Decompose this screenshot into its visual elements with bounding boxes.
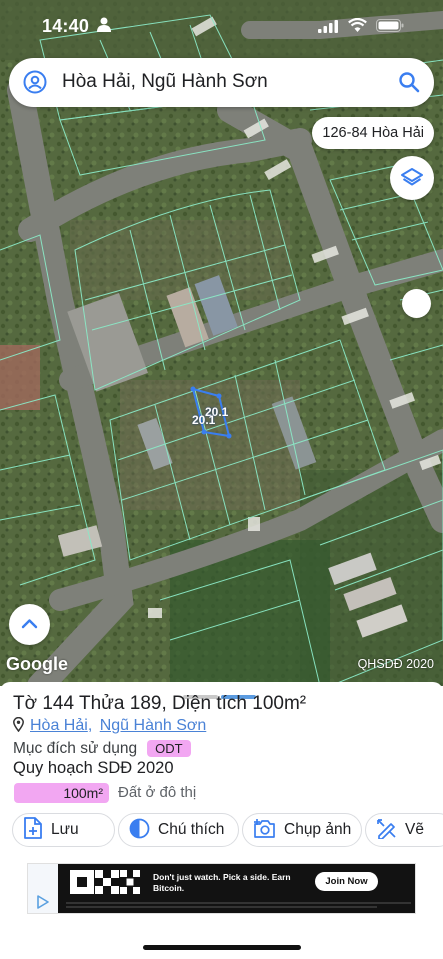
take-photo-label: Chụp ảnh [284, 821, 352, 838]
status-time: 14:40 [42, 16, 90, 36]
location-pin-icon [13, 717, 24, 732]
my-location-button[interactable] [402, 289, 431, 318]
person-icon [97, 17, 111, 32]
cellular-signal-icon [318, 20, 338, 33]
home-indicator[interactable] [143, 945, 301, 950]
ad-play-icon [37, 895, 49, 909]
contrast-icon [129, 818, 150, 839]
sheet-number: 144 [42, 693, 75, 714]
battery-icon [376, 19, 404, 32]
map-source-label: QHSDĐ 2020 [357, 657, 434, 671]
address-chip[interactable]: 126-84 Hòa Hải [312, 117, 434, 149]
action-chips: Lưu Chú thích Chụp ảnh Vẽ [12, 813, 443, 847]
parcel-area: , Diện tích 100m² [161, 693, 307, 714]
draw-tools-icon [377, 819, 396, 840]
chevron-up-icon [21, 619, 38, 629]
land-code-badge: ODT [147, 740, 191, 757]
join-now-button[interactable]: Join Now [315, 872, 378, 891]
annotate-button[interactable]: Chú thích [118, 813, 239, 847]
location-row: Hòa Hải, Ngũ Hành Sơn [13, 717, 206, 735]
usage-purpose-label: Mục đích sử dụng [13, 740, 138, 757]
okx-logo [70, 870, 140, 894]
district-link[interactable]: Ngũ Hành Sơn [100, 717, 207, 734]
layers-icon [401, 168, 423, 186]
parcel-number: 189 [129, 693, 162, 714]
ad-fine-print [66, 902, 411, 908]
search-bar[interactable]: Hòa Hải, Ngũ Hành Sơn [9, 58, 434, 107]
status-bar: 14:40 [0, 0, 443, 52]
sheet-handle[interactable] [183, 686, 259, 699]
save-button[interactable]: Lưu [12, 813, 115, 847]
land-use-label: Đất ở đô thị [118, 784, 197, 801]
expand-up-button[interactable] [9, 604, 50, 645]
search-icon[interactable] [398, 71, 420, 93]
layers-button[interactable] [390, 156, 434, 200]
ad-headline-line1: Don't just watch. Pick a side. Earn [153, 872, 291, 882]
ad-headline-line2: Bitcoin. [153, 883, 185, 893]
wifi-icon [348, 18, 367, 32]
parcel-title: Tờ 144 Thửa 189, Diện tích 100m² [13, 693, 306, 715]
draw-label: Vẽ [405, 821, 424, 838]
ad-choices[interactable] [28, 864, 58, 913]
parcel-word: Thửa [79, 693, 125, 714]
google-logo: Google [6, 654, 68, 674]
search-input[interactable]: Hòa Hải, Ngũ Hành Sơn [62, 71, 268, 93]
map-view[interactable]: 20.1 20.1 14:40 Hòa Hải, Ngũ Hành Sơn 12… [0, 0, 443, 686]
ad-headline: Don't just watch. Pick a side. Earn Bitc… [153, 872, 291, 894]
sheet-word: Tờ [13, 693, 38, 714]
ad-banner[interactable]: Don't just watch. Pick a side. Earn Bitc… [27, 863, 416, 914]
parcel-label-bottom: 20.1 [192, 413, 216, 427]
parcel-info-sheet: Tờ 144 Thửa 189, Diện tích 100m² Hòa Hải… [0, 682, 443, 959]
ad-creative[interactable]: Don't just watch. Pick a side. Earn Bitc… [58, 864, 415, 913]
camera-add-icon [254, 819, 275, 838]
plan-title: Quy hoạch SDĐ 2020 [13, 759, 174, 777]
usage-purpose-row: Mục đích sử dụng ODT [13, 740, 191, 758]
ward-link[interactable]: Hòa Hải [30, 717, 88, 734]
take-photo-button[interactable]: Chụp ảnh [242, 813, 362, 847]
draw-button[interactable]: Vẽ [365, 813, 443, 847]
annotate-label: Chú thích [158, 821, 225, 838]
plan-area-bar: 100m² [14, 783, 109, 803]
add-document-icon [24, 817, 42, 839]
save-label: Lưu [51, 821, 79, 838]
account-icon[interactable] [23, 70, 47, 94]
